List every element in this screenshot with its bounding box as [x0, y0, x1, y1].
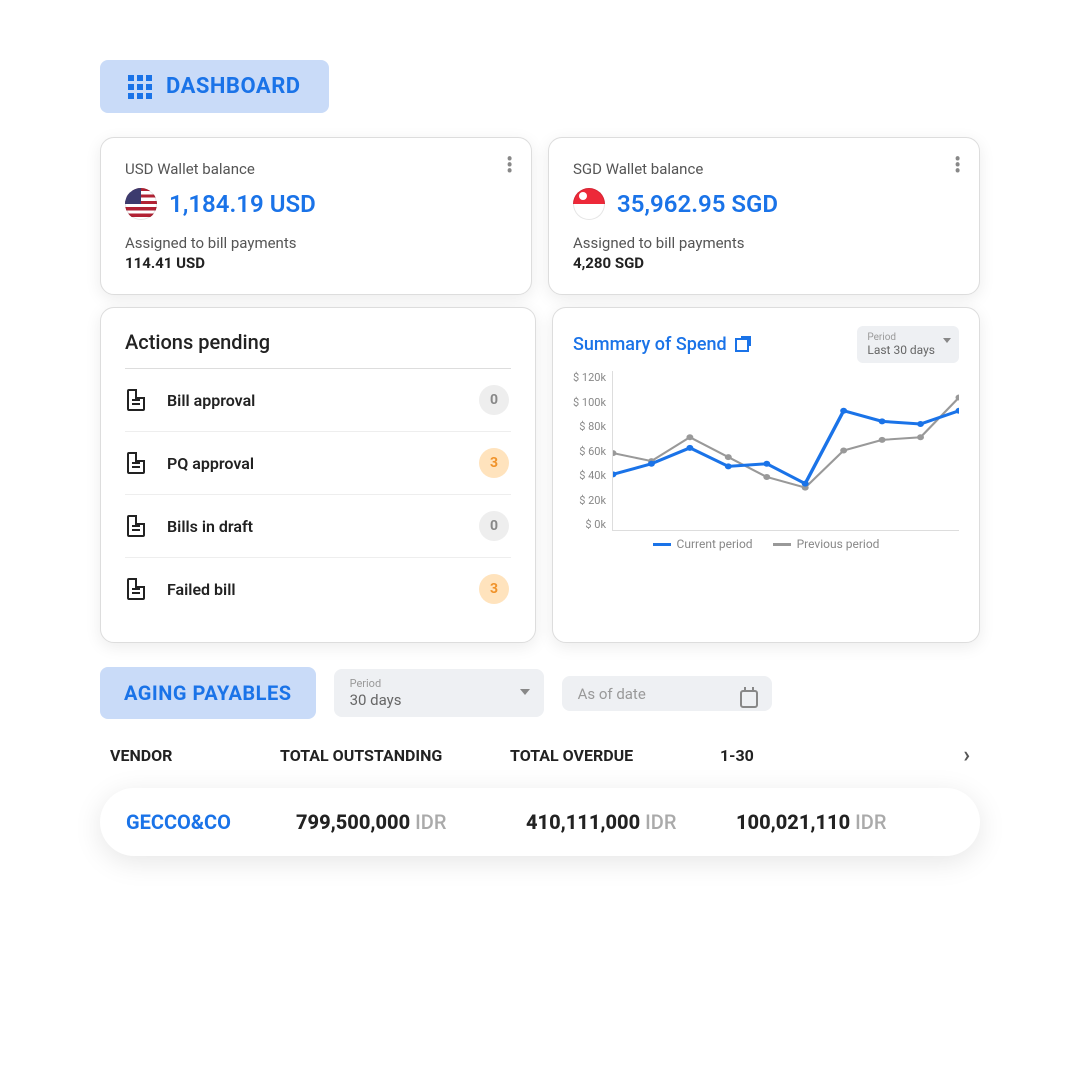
more-menu-icon[interactable]: •••	[506, 156, 513, 174]
wallet-card-sgd: ••• SGD Wallet balance 35,962.95 SGD Ass…	[548, 137, 980, 295]
scroll-right-icon[interactable]: ›	[953, 743, 970, 768]
assigned-value: 4,280 SGD	[573, 254, 955, 272]
apps-grid-icon	[128, 75, 152, 99]
col-overdue: TOTAL OVERDUE	[510, 746, 720, 765]
dashboard-header[interactable]: DASHBOARD	[100, 60, 329, 113]
aging-payables-title: AGING PAYABLES	[100, 667, 316, 719]
action-label: Bills in draft	[167, 517, 457, 536]
dashboard-title: DASHBOARD	[166, 74, 301, 99]
count-badge: 3	[479, 574, 509, 604]
action-row[interactable]: PQ approval 3	[125, 432, 511, 495]
wallet-balance: 35,962.95 SGD	[617, 190, 778, 218]
col-vendor: VENDOR	[110, 746, 280, 765]
document-icon	[127, 515, 145, 537]
wallet-title: USD Wallet balance	[125, 160, 507, 178]
count-badge: 3	[479, 448, 509, 478]
asof-date-input[interactable]: As of date	[562, 676, 772, 711]
chart-legend: Current period Previous period	[573, 537, 959, 551]
chevron-down-icon	[520, 689, 530, 695]
spend-chart: $ 120k$ 100k$ 80k$ 60k$ 40k$ 20k$ 0k	[573, 371, 959, 531]
wallet-title: SGD Wallet balance	[573, 160, 955, 178]
document-icon	[127, 389, 145, 411]
action-label: PQ approval	[167, 454, 457, 473]
range1-amount: 100,021,110 IDR	[736, 810, 954, 834]
more-menu-icon[interactable]: •••	[954, 156, 961, 174]
flag-sg-icon	[573, 188, 605, 220]
actions-pending-card: Actions pending Bill approval 0 PQ approva…	[100, 307, 536, 643]
document-icon	[127, 578, 145, 600]
vendor-name: GECCO&CO	[126, 810, 296, 834]
aging-period-selector[interactable]: Period 30 days	[334, 669, 544, 717]
count-badge: 0	[479, 511, 509, 541]
actions-title: Actions pending	[125, 330, 511, 369]
col-range1: 1-30	[720, 746, 953, 765]
assigned-label: Assigned to bill payments	[573, 234, 955, 252]
action-row[interactable]: Bills in draft 0	[125, 495, 511, 558]
assigned-value: 114.41 USD	[125, 254, 507, 272]
action-row[interactable]: Bill approval 0	[125, 369, 511, 432]
count-badge: 0	[479, 385, 509, 415]
wallet-balance: 1,184.19 USD	[169, 190, 316, 218]
external-link-icon	[735, 338, 749, 352]
wallet-card-usd: ••• USD Wallet balance 1,184.19 USD Assi…	[100, 137, 532, 295]
aging-table-header: VENDOR TOTAL OUTSTANDING TOTAL OVERDUE 1…	[100, 737, 980, 774]
assigned-label: Assigned to bill payments	[125, 234, 507, 252]
overdue-amount: 410,111,000 IDR	[526, 810, 736, 834]
col-outstanding: TOTAL OUTSTANDING	[280, 746, 510, 765]
action-row[interactable]: Failed bill 3	[125, 558, 511, 620]
action-label: Bill approval	[167, 391, 457, 410]
chevron-down-icon	[943, 338, 951, 343]
action-label: Failed bill	[167, 580, 457, 599]
period-selector[interactable]: Period Last 30 days	[857, 326, 959, 363]
flag-us-icon	[125, 188, 157, 220]
outstanding-amount: 799,500,000 IDR	[296, 810, 526, 834]
spend-title-link[interactable]: Summary of Spend	[573, 334, 749, 355]
aging-row[interactable]: GECCO&CO799,500,000 IDR410,111,000 IDR10…	[100, 788, 980, 856]
document-icon	[127, 452, 145, 474]
summary-spend-card: Summary of Spend Period Last 30 days $ 1…	[552, 307, 980, 643]
calendar-icon	[740, 690, 758, 708]
